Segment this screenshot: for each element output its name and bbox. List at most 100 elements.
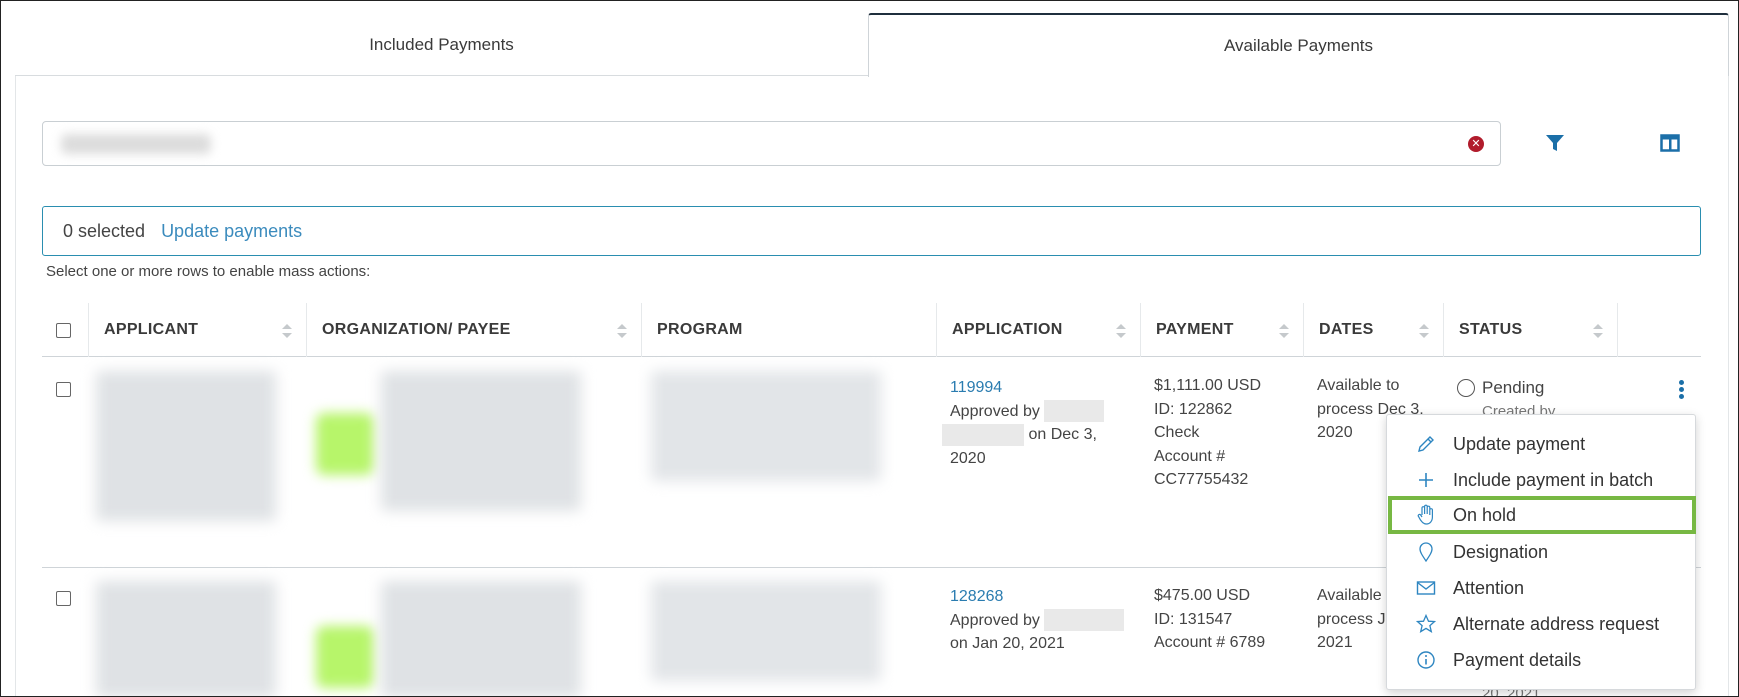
row-checkbox[interactable] <box>56 382 71 397</box>
approved-year-text: 2020 <box>950 449 986 467</box>
menu-item-label: Alternate address request <box>1453 613 1660 634</box>
menu-item-label: Include payment in batch <box>1453 469 1654 490</box>
sort-icon[interactable] <box>1419 324 1429 338</box>
select-all-checkbox[interactable] <box>56 323 71 338</box>
dates-line: Available <box>1317 587 1382 604</box>
selected-count: 0 selected <box>63 220 146 241</box>
payment-amount: $475.00 USD <box>1154 587 1251 604</box>
panel-right-border <box>1728 76 1729 696</box>
application-link[interactable]: 119994 <box>950 376 1150 400</box>
column-label: APPLICATION <box>952 321 1063 338</box>
column-application[interactable]: APPLICATION <box>936 303 1140 357</box>
column-dates[interactable]: DATES <box>1303 303 1443 357</box>
org-logo <box>316 626 374 688</box>
column-label: STATUS <box>1459 321 1523 338</box>
menu-item-payment-details[interactable]: Payment details <box>1387 642 1697 678</box>
panel-left-border <box>15 76 16 696</box>
mass-actions-hint: Select one or more rows to enable mass a… <box>46 263 371 280</box>
column-label: DATES <box>1319 321 1374 338</box>
column-payment[interactable]: PAYMENT <box>1140 303 1303 357</box>
tab-included-payments[interactable]: Included Payments <box>15 13 868 76</box>
approver-redacted <box>1044 609 1125 632</box>
payment-amount: $1,111.00 USD <box>1154 377 1262 394</box>
column-applicant[interactable]: APPLICANT <box>88 303 306 357</box>
star-icon <box>1415 613 1437 635</box>
dates-line: Available to <box>1317 377 1400 394</box>
menu-item-label: Payment details <box>1453 649 1582 670</box>
sort-icon[interactable] <box>1279 324 1289 338</box>
sort-icon[interactable] <box>1116 324 1126 338</box>
update-payments-link[interactable]: Update payments <box>161 221 302 242</box>
payment-account: Account # 6789 <box>1154 634 1266 651</box>
sort-icon[interactable] <box>282 324 292 338</box>
dates-cell: Available process Ja 2021 <box>1317 584 1397 655</box>
payment-cell: $1,111.00 USD ID: 122862 Check Account #… <box>1154 374 1304 492</box>
column-actions <box>1617 303 1701 357</box>
menu-item-label: Designation <box>1453 541 1549 562</box>
application-cell: 128268 Approved by on Jan 20, 2021 <box>950 585 1150 656</box>
pending-circle-icon <box>1457 379 1475 397</box>
menu-item-label: On hold <box>1453 504 1517 525</box>
column-label: ORGANIZATION/ PAYEE <box>322 321 511 338</box>
payment-id: ID: 122862 <box>1154 400 1233 418</box>
org-logo <box>316 413 374 475</box>
column-program: PROGRAM <box>641 303 936 357</box>
payment-account: CC77755432 <box>1154 471 1249 488</box>
approver-redacted <box>942 423 1024 446</box>
menu-item-include-in-batch[interactable]: Include payment in batch <box>1387 462 1697 498</box>
program-redacted <box>651 371 881 481</box>
tab-bar: Included Payments Available Payments <box>15 13 1729 77</box>
pencil-icon <box>1415 433 1437 455</box>
selection-bar: 0 selected Update payments <box>42 206 1701 256</box>
approved-date-text: on Jan 20, 2021 <box>950 635 1065 652</box>
payment-account-label: Account # <box>1154 447 1226 465</box>
program-redacted <box>651 581 881 681</box>
menu-item-update-payment[interactable]: Update payment <box>1387 426 1697 462</box>
row-actions-kebab-icon[interactable] <box>1675 379 1687 403</box>
menu-item-on-hold[interactable]: On hold <box>1388 496 1696 534</box>
search-input[interactable]: ✕ <box>42 121 1501 166</box>
app-frame: Included Payments Available Payments ✕ 0… <box>0 0 1739 697</box>
dates-line: process Ja <box>1317 610 1395 628</box>
application-cell: 119994 Approved by on Dec 3, 2020 <box>942 376 1150 470</box>
payee-redacted <box>381 581 581 696</box>
column-label: PROGRAM <box>657 321 743 338</box>
column-label: PAYMENT <box>1156 321 1234 338</box>
menu-item-designation[interactable]: Designation <box>1387 534 1697 570</box>
status-text: Pending <box>1482 378 1545 397</box>
approver-redacted <box>1044 400 1105 423</box>
menu-item-attention[interactable]: Attention <box>1387 570 1697 606</box>
approved-by-text: Approved by <box>950 611 1040 629</box>
filter-button[interactable] <box>1540 128 1570 158</box>
filter-icon <box>1546 135 1564 151</box>
column-organization-payee[interactable]: ORGANIZATION/ PAYEE <box>306 303 641 357</box>
dates-line: 2021 <box>1317 634 1353 651</box>
row-checkbox[interactable] <box>56 591 71 606</box>
menu-item-alternate-address[interactable]: Alternate address request <box>1387 606 1697 642</box>
envelope-icon <box>1415 577 1437 599</box>
payee-redacted <box>381 371 581 511</box>
payment-id: ID: 131547 <box>1154 610 1233 628</box>
info-icon <box>1415 649 1437 671</box>
payment-method: Check <box>1154 424 1200 441</box>
approved-by-text: Approved by <box>950 402 1040 420</box>
approved-date-text: on Dec 3, <box>1028 426 1097 443</box>
menu-item-label: Attention <box>1453 577 1525 598</box>
sort-icon[interactable] <box>617 324 627 338</box>
column-status[interactable]: STATUS <box>1443 303 1617 357</box>
plus-icon <box>1415 469 1437 491</box>
table-header: APPLICANT ORGANIZATION/ PAYEE PROGRAM AP… <box>42 303 1701 357</box>
search-value-redacted <box>61 134 211 154</box>
pin-icon <box>1415 541 1437 563</box>
tab-available-payments[interactable]: Available Payments <box>868 13 1729 77</box>
menu-item-label: Update payment <box>1453 433 1586 454</box>
column-label: APPLICANT <box>104 321 199 338</box>
hand-icon <box>1415 504 1437 526</box>
applicant-redacted <box>96 371 276 521</box>
application-link[interactable]: 128268 <box>950 585 1150 609</box>
clear-x-icon[interactable]: ✕ <box>1468 136 1484 152</box>
row-actions-menu: Update payment Include payment in batch … <box>1386 414 1696 690</box>
sort-icon[interactable] <box>1593 324 1603 338</box>
columns-icon <box>1660 134 1680 152</box>
columns-button[interactable] <box>1655 128 1685 158</box>
